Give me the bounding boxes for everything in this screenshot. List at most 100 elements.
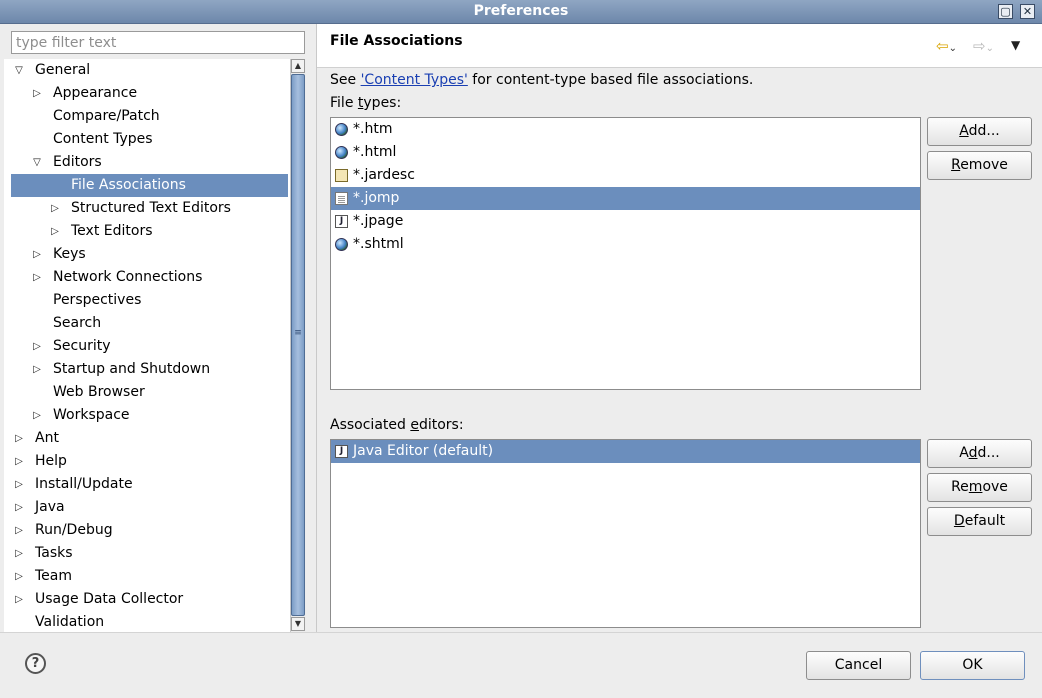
page-title: File Associations (330, 33, 463, 49)
file-types-list[interactable]: *.htm *.html *.jardesc *.jomp J *.jpage *.shtm… (330, 117, 921, 390)
list-item[interactable]: *.html (331, 141, 920, 164)
tree-item[interactable]: ▷ Install/Update (4, 473, 290, 496)
pane-divider[interactable] (316, 24, 317, 632)
list-item-label: *.html (353, 144, 397, 160)
tree-item-label: Java (35, 499, 65, 515)
close-button[interactable]: ✕ (1020, 4, 1035, 19)
collapsed-arrow-icon[interactable]: ▷ (12, 519, 26, 542)
expanded-arrow-icon[interactable]: ▽ (12, 59, 26, 82)
collapsed-arrow-icon[interactable]: ▷ (48, 197, 62, 220)
editor-remove-button[interactable]: Remove (927, 473, 1032, 502)
collapsed-arrow-icon[interactable]: ▷ (30, 266, 44, 289)
jar-description-icon (335, 169, 348, 182)
content-types-link[interactable]: 'Content Types' (361, 72, 468, 88)
list-item[interactable]: J Java Editor (default) (331, 440, 920, 463)
tree-item[interactable]: ▷ Tasks (4, 542, 290, 565)
tree-item[interactable]: File Associations (11, 174, 288, 197)
list-item[interactable]: *.htm (331, 118, 920, 141)
list-item[interactable]: *.jomp (331, 187, 920, 210)
file-type-add-button[interactable]: Add... (927, 117, 1032, 146)
tree-item[interactable]: Search (4, 312, 290, 335)
scroll-down-arrow-icon[interactable]: ▼ (291, 617, 305, 631)
collapsed-arrow-icon[interactable]: ▷ (30, 243, 44, 266)
globe-icon (335, 123, 348, 136)
file-types-label: File types: (330, 95, 402, 111)
tree-item-label: Validation (35, 614, 105, 630)
tree-item[interactable]: ▷ Security (4, 335, 290, 358)
file-type-remove-button[interactable]: Remove (927, 151, 1032, 180)
tree-item-label: Team (35, 568, 73, 584)
view-menu-icon[interactable]: ▼ (1011, 38, 1020, 52)
list-item[interactable]: *.jardesc (331, 164, 920, 187)
tree-item-label: Workspace (53, 407, 130, 423)
tree-item[interactable]: ▷ Workspace (4, 404, 290, 427)
collapsed-arrow-icon[interactable]: ▷ (12, 588, 26, 611)
cancel-button[interactable]: Cancel (806, 651, 911, 680)
filter-input[interactable] (11, 31, 305, 54)
tree-item[interactable]: ▽ General (4, 59, 290, 82)
forward-arrow-icon[interactable]: ⇨⌄ (973, 37, 994, 55)
collapsed-arrow-icon[interactable]: ▷ (12, 450, 26, 473)
scrollbar-thumb[interactable] (291, 74, 305, 616)
collapsed-arrow-icon[interactable]: ▷ (30, 358, 44, 381)
editor-default-button[interactable]: Default (927, 507, 1032, 536)
collapsed-arrow-icon[interactable]: ▷ (30, 404, 44, 427)
collapsed-arrow-icon[interactable]: ▷ (12, 542, 26, 565)
globe-icon (335, 238, 348, 251)
maximize-button[interactable]: ▢ (998, 4, 1013, 19)
ok-button[interactable]: OK (920, 651, 1025, 680)
associated-editors-label: Associated editors: (330, 417, 464, 433)
tree-item-label: Network Connections (53, 269, 203, 285)
preferences-tree[interactable]: ▽ General ▷ Appearance Compare/Patch Content … (4, 59, 290, 632)
tree-item[interactable]: ▽ Editors (4, 151, 290, 174)
collapsed-arrow-icon[interactable]: ▷ (12, 427, 26, 450)
tree-item[interactable]: ▷ Help (4, 450, 290, 473)
collapsed-arrow-icon[interactable]: ▷ (12, 496, 26, 519)
expanded-arrow-icon[interactable]: ▽ (30, 151, 44, 174)
tree-item[interactable]: Web Browser (4, 381, 290, 404)
tree-item-label: Usage Data Collector (35, 591, 184, 607)
forward-menu-chevron-icon[interactable]: ⌄ (986, 43, 994, 54)
collapsed-arrow-icon[interactable]: ▷ (48, 220, 62, 243)
tree-item[interactable]: Perspectives (4, 289, 290, 312)
tree-item[interactable]: ▷ Team (4, 565, 290, 588)
tree-item-label: Text Editors (71, 223, 153, 239)
collapsed-arrow-icon[interactable]: ▷ (12, 565, 26, 588)
tree-item[interactable]: ▷ Keys (4, 243, 290, 266)
tree-item-label: Help (35, 453, 67, 469)
tree-item[interactable]: ▷ Run/Debug (4, 519, 290, 542)
tree-item-label: Structured Text Editors (71, 200, 231, 216)
tree-item[interactable]: Validation (4, 611, 290, 632)
tree-item-label: Tasks (35, 545, 73, 561)
tree-item-label: Security (53, 338, 111, 354)
list-item[interactable]: J *.jpage (331, 210, 920, 233)
tree-item[interactable]: ▷ Usage Data Collector (4, 588, 290, 611)
help-icon[interactable]: ? (25, 653, 46, 674)
document-icon (335, 192, 348, 205)
tree-item[interactable]: ▷ Startup and Shutdown (4, 358, 290, 381)
list-item-label: *.jomp (353, 190, 400, 206)
collapsed-arrow-icon[interactable]: ▷ (12, 473, 26, 496)
tree-item[interactable]: ▷ Appearance (4, 82, 290, 105)
back-menu-chevron-icon[interactable]: ⌄ (949, 43, 957, 54)
window-title: Preferences (473, 3, 569, 19)
list-item[interactable]: *.shtml (331, 233, 920, 256)
tree-item-label: Compare/Patch (53, 108, 160, 124)
collapsed-arrow-icon[interactable]: ▷ (30, 335, 44, 358)
tree-item-label: Ant (35, 430, 59, 446)
scroll-up-arrow-icon[interactable]: ▲ (291, 59, 305, 73)
tree-item[interactable]: ▷ Text Editors (4, 220, 290, 243)
editor-add-button[interactable]: Add... (927, 439, 1032, 468)
tree-item[interactable]: ▷ Structured Text Editors (4, 197, 290, 220)
list-item-label: *.htm (353, 121, 393, 137)
tree-item[interactable]: ▷ Ant (4, 427, 290, 450)
tree-item[interactable]: Compare/Patch (4, 105, 290, 128)
back-arrow-icon[interactable]: ⇦⌄ (936, 37, 957, 55)
associated-editors-list[interactable]: J Java Editor (default) (330, 439, 921, 628)
tree-item[interactable]: ▷ Network Connections (4, 266, 290, 289)
tree-item[interactable]: ▷ Java (4, 496, 290, 519)
globe-icon (335, 146, 348, 159)
tree-item[interactable]: Content Types (4, 128, 290, 151)
collapsed-arrow-icon[interactable]: ▷ (30, 82, 44, 105)
tree-item-label: Perspectives (53, 292, 142, 308)
